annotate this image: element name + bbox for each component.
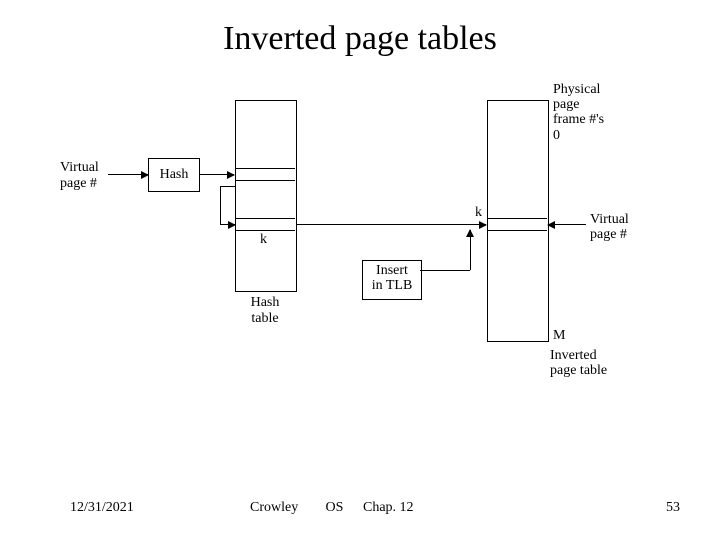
hash-table-row-k-top	[235, 218, 295, 219]
arrow-hash-to-table	[199, 174, 234, 175]
footer-date: 12/31/2021	[70, 500, 134, 516]
chain-h-top	[220, 186, 235, 187]
ipt-k-label: k	[475, 205, 482, 221]
virtual-page-label-2: Virtual page #	[590, 212, 629, 242]
ipt-row-k-top	[487, 218, 547, 219]
chain-h-bot	[220, 224, 235, 225]
hash-k-label: k	[260, 232, 267, 248]
diagram: Virtual page # Hash k Hash table Insert …	[60, 100, 660, 400]
phys-frame-zero: 0	[553, 128, 560, 144]
hash-table-caption: Hash table	[235, 295, 295, 327]
hash-table	[235, 100, 297, 292]
chain-v	[220, 186, 221, 224]
arrow-vp2-to-ipt	[548, 224, 586, 225]
phys-frame-label: Physical page frame #'s	[553, 82, 604, 127]
hash-box: Hash	[148, 158, 200, 192]
footer-course: OS	[326, 500, 360, 516]
footer: 12/31/2021 Crowley OS Chap. 12 53	[0, 500, 720, 520]
ipt-caption: Inverted page table	[550, 348, 630, 378]
arrow-k-to-ipt	[296, 224, 486, 225]
hash-table-row-k-bot	[235, 230, 295, 231]
hash-table-row-in-top	[235, 168, 295, 169]
arrow-insert-to-ipt	[420, 230, 486, 270]
arrow-vp-to-hash	[108, 174, 148, 175]
footer-author: Crowley	[250, 500, 322, 516]
phys-frame-M: M	[553, 328, 565, 344]
page-title: Inverted page tables	[0, 20, 720, 58]
footer-chapter: Chap. 12	[363, 500, 414, 516]
virtual-page-label: Virtual page #	[60, 160, 99, 192]
insert-tlb-box: Insert in TLB	[362, 260, 422, 300]
footer-page: 53	[666, 500, 680, 516]
ipt-row-k-bot	[487, 230, 547, 231]
hash-table-row-in-bot	[235, 180, 295, 181]
inverted-page-table	[487, 100, 549, 342]
